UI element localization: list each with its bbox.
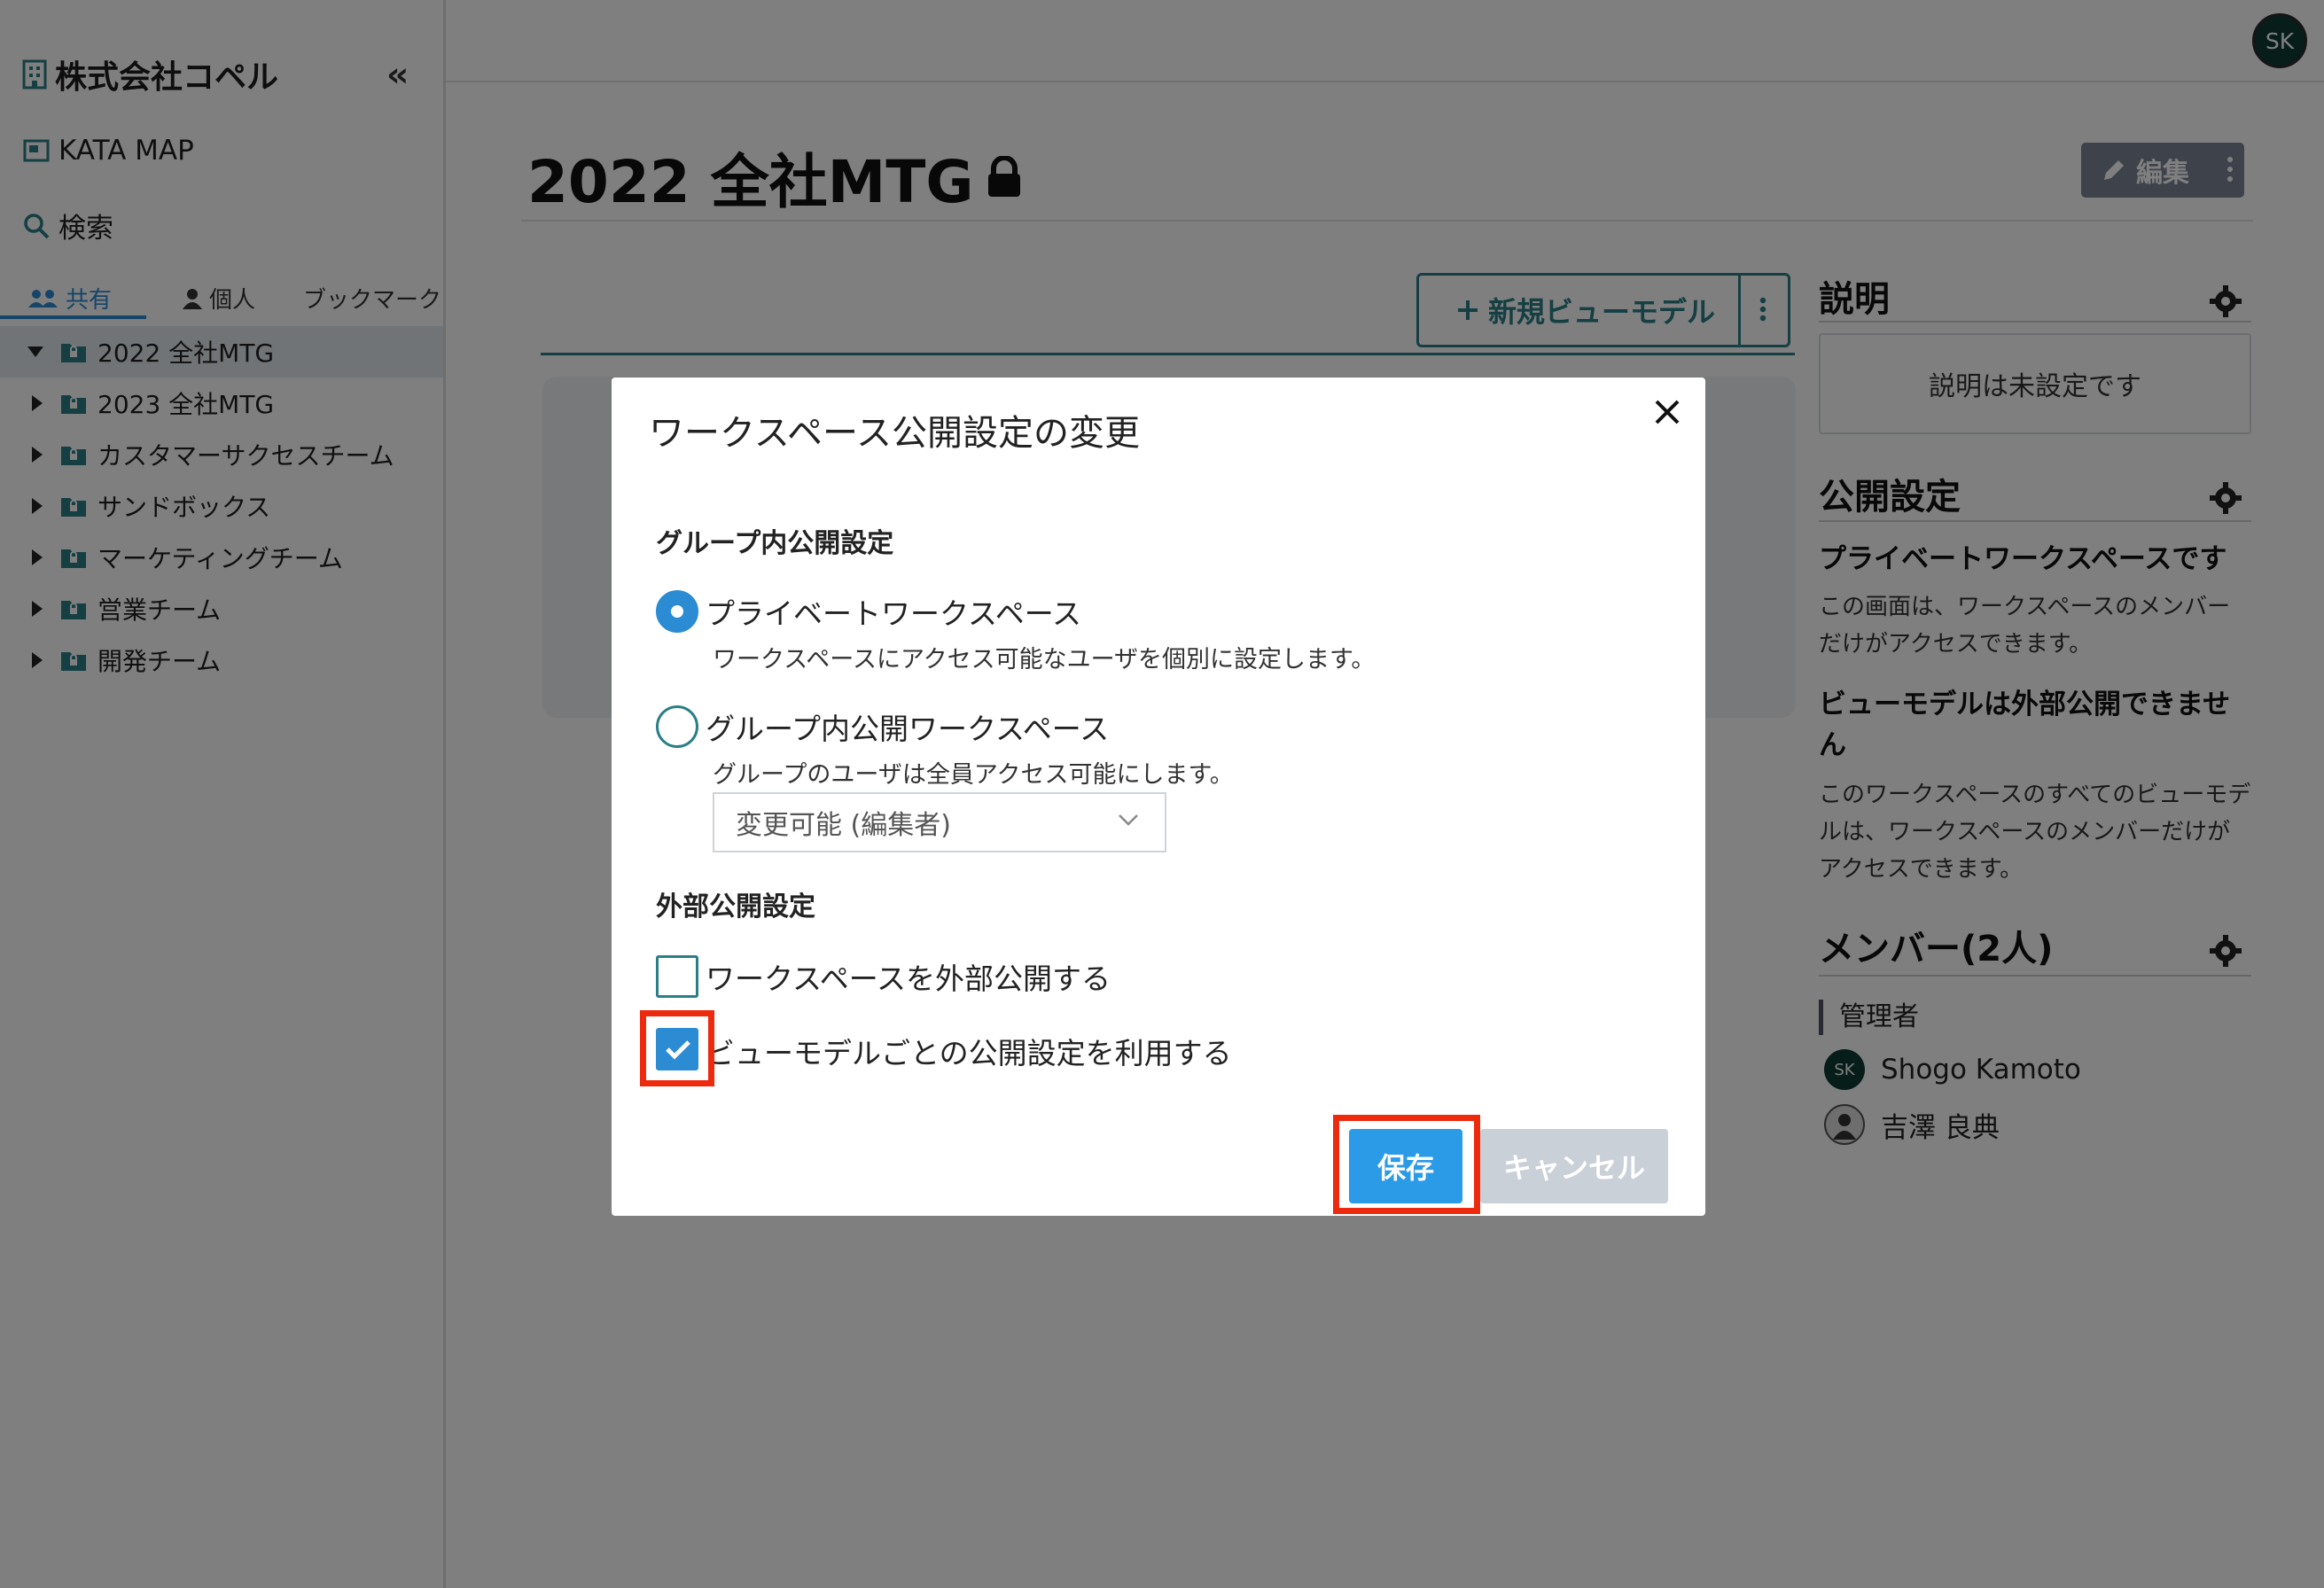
option-group-hint: グループのユーザは全員アクセス可能にします。 xyxy=(713,761,1234,789)
chevron-down-icon xyxy=(1117,812,1140,828)
radio-private[interactable] xyxy=(656,590,698,633)
option-private-hint: ワークスペースにアクセス可能なユーザを個別に設定します。 xyxy=(713,646,1376,673)
publish-settings-modal: ワークスペース公開設定の変更 グループ内公開設定 プライベートワークスペース ワ… xyxy=(612,378,1705,1216)
check-per-vm-label[interactable]: ビューモデルごとの公開設定を利用する xyxy=(706,1030,1232,1072)
radio-group[interactable] xyxy=(656,705,698,748)
select-value: 変更可能 (編集者) xyxy=(736,810,951,841)
modal-title: ワークスペース公開設定の変更 xyxy=(649,413,1140,454)
highlight-box-checkbox xyxy=(640,1010,714,1086)
group-permission-select[interactable]: 変更可能 (編集者) xyxy=(713,792,1166,852)
group-section-title: グループ内公開設定 xyxy=(656,528,894,559)
external-section-title: 外部公開設定 xyxy=(656,891,815,922)
highlight-box-save xyxy=(1333,1115,1480,1214)
close-icon[interactable] xyxy=(1654,399,1681,425)
cancel-button[interactable]: キャンセル xyxy=(1480,1129,1668,1203)
checkbox-external[interactable] xyxy=(656,955,698,998)
option-private-label[interactable]: プライベートワークスペース xyxy=(706,590,1081,633)
check-external-label[interactable]: ワークスペースを外部公開する xyxy=(706,955,1111,998)
option-group-label[interactable]: グループ内公開ワークスペース xyxy=(706,705,1109,748)
